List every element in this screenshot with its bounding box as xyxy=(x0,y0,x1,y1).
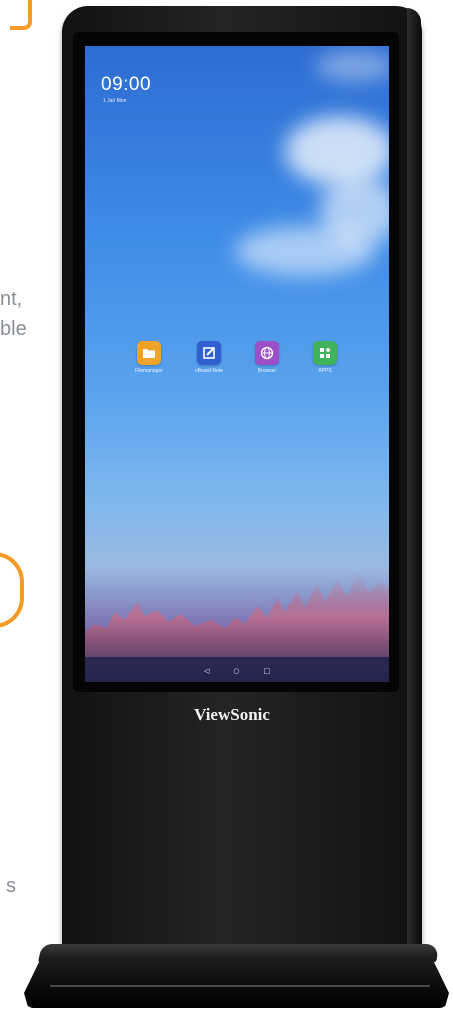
clock-date: 1 Jan Mon xyxy=(103,98,127,104)
side-text-fragment: nt, xyxy=(0,288,23,310)
recent-apps-icon[interactable]: □ xyxy=(263,667,270,675)
app-label: Browser xyxy=(257,368,277,374)
cloud xyxy=(315,51,389,81)
kiosk-side-edge xyxy=(407,8,421,960)
cloud xyxy=(285,116,389,186)
app-label: Filemanager xyxy=(135,368,163,374)
side-text-fragment: s xyxy=(6,875,16,897)
app-label: vBoard Note xyxy=(195,368,223,374)
home-icon[interactable]: ○ xyxy=(233,667,239,675)
kiosk-screen: 09:00 1 Jan Mon Filemanager vBoard Note … xyxy=(85,46,389,682)
globe-icon xyxy=(255,341,279,365)
back-icon[interactable]: ◁ xyxy=(204,667,209,675)
app-browser[interactable]: Browser xyxy=(239,341,295,374)
orange-circle-fragment xyxy=(0,552,24,628)
side-text-fragment: ble xyxy=(0,318,27,340)
app-apps[interactable]: APPS xyxy=(297,341,353,374)
stand-base-plate xyxy=(24,958,449,1008)
product-image: nt, ble s 09:00 1 Jan Mon Filemanager vB… xyxy=(0,0,453,1024)
brand-logo: ViewSonic xyxy=(194,705,270,724)
app-filemanager[interactable]: Filemanager xyxy=(121,341,177,374)
apps-grid-icon xyxy=(313,341,337,365)
stand-base-highlight xyxy=(50,985,430,987)
folder-icon xyxy=(137,341,161,365)
android-nav-bar: ◁ ○ □ xyxy=(85,660,389,682)
clock-time: 09:00 xyxy=(101,74,152,95)
orange-frame-fragment xyxy=(10,0,32,30)
cloud xyxy=(235,226,375,276)
app-vboard-note[interactable]: vBoard Note xyxy=(181,341,237,374)
app-label: APPS xyxy=(318,368,332,374)
note-pen-icon xyxy=(197,341,221,365)
